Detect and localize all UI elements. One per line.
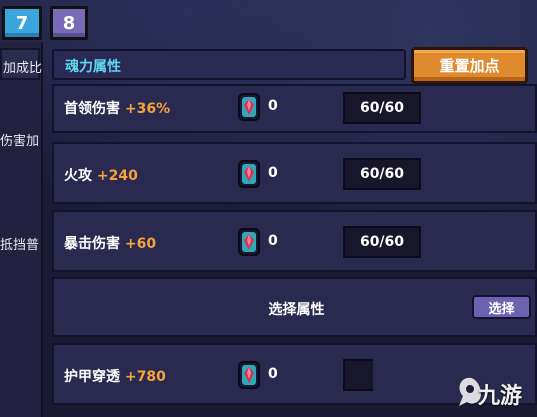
sidebar-item-1[interactable]: 伤害加成比! — [0, 48, 42, 80]
gem-count: 0 — [268, 233, 278, 249]
attribute-label: 首领伤害 +36% — [64, 98, 170, 118]
attribute-row: 首领伤害 +36% 0 60/60 — [52, 84, 537, 133]
gem-count: 0 — [268, 98, 278, 114]
gem-count: 0 — [268, 366, 278, 382]
attribute-label: 暴击伤害 +60 — [64, 233, 156, 253]
header-bar: 魂力属性 — [52, 49, 406, 80]
sidebar-item-2-label[interactable]: 伤害加 — [0, 130, 40, 149]
page-title: 魂力属性 — [65, 59, 121, 75]
select-button[interactable]: 选择 — [472, 295, 531, 319]
attribute-name: 火攻 — [64, 168, 92, 184]
level-display — [343, 359, 373, 391]
soul-gem-icon — [238, 228, 260, 256]
attribute-bonus: +60 — [124, 236, 157, 252]
attribute-name: 暴击伤害 — [64, 236, 120, 252]
gem-count: 0 — [268, 165, 278, 181]
attribute-row: 火攻 +240 0 60/60 — [52, 142, 537, 204]
attribute-row: 暴击伤害 +60 0 60/60 — [52, 210, 537, 272]
attribute-name: 护甲穿透 — [64, 369, 120, 385]
soul-gem-icon — [238, 93, 260, 121]
sidebar-item-label: 伤害加成比! — [2, 61, 42, 76]
sidebar-item-3-label[interactable]: 抵挡普 — [0, 234, 40, 253]
attribute-bonus: +780 — [124, 369, 166, 385]
attribute-name: 首领伤害 — [64, 101, 120, 117]
attribute-label: 护甲穿透 +780 — [64, 366, 166, 386]
attribute-label: 火攻 +240 — [64, 165, 138, 185]
level-display: 60/60 — [343, 92, 421, 124]
soul-gem-icon — [238, 160, 260, 188]
attribute-bonus: +240 — [96, 168, 138, 184]
level-display: 60/60 — [343, 158, 421, 190]
reset-points-button[interactable]: 重置加点 — [411, 47, 528, 84]
select-attribute-label: 选择属性 — [268, 302, 325, 318]
left-sidebar: 伤害加成比! 伤害加 抵挡普 — [0, 42, 43, 417]
watermark-text: 九游 — [478, 384, 523, 409]
select-attribute-row: 选择属性 选择 — [52, 277, 537, 337]
tab-7[interactable]: 7 — [2, 6, 42, 40]
soul-gem-icon — [238, 361, 260, 389]
attribute-bonus: +36% — [124, 101, 171, 117]
level-display: 60/60 — [343, 226, 421, 258]
tab-8[interactable]: 8 — [50, 6, 88, 40]
